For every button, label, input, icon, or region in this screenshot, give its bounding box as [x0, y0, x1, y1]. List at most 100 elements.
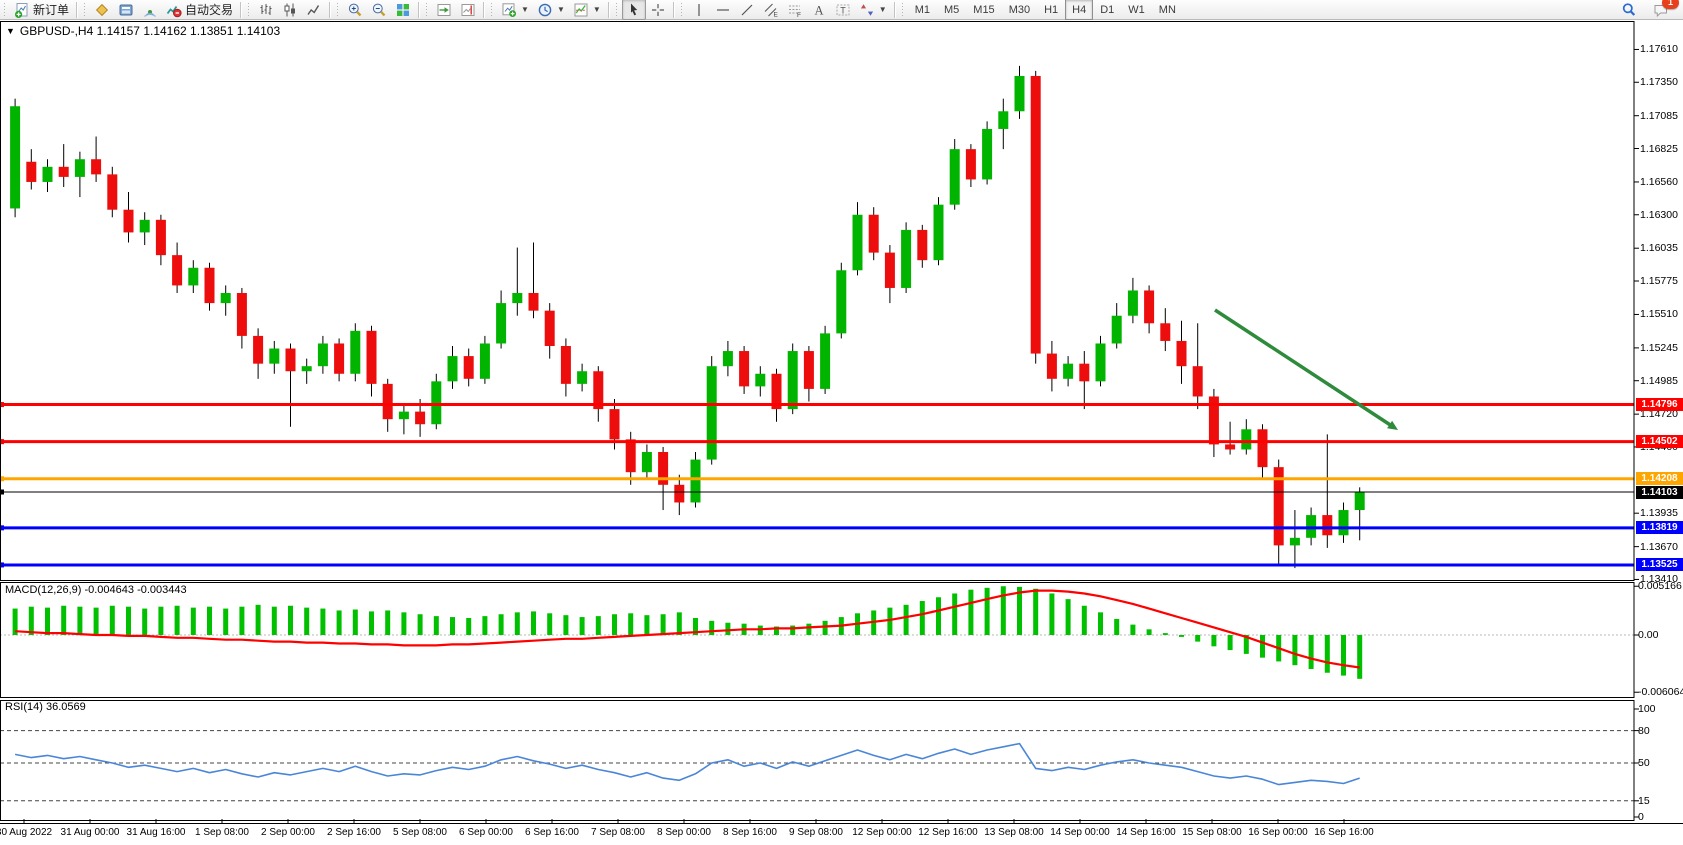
candle-body-down	[26, 162, 36, 182]
profiles-button[interactable]: ▼	[533, 0, 569, 20]
candle-body-down	[804, 351, 814, 389]
toolbar-grip[interactable]	[489, 2, 494, 17]
macd-histogram-bar	[1292, 635, 1297, 665]
candle-body-up	[448, 356, 458, 381]
toolbar-grip[interactable]	[335, 2, 340, 17]
text-button[interactable]: A	[807, 0, 831, 20]
candle-body-down	[610, 409, 620, 439]
timeframe-m5-button[interactable]: M5	[937, 0, 966, 20]
toolbar-grip[interactable]	[2, 2, 7, 17]
metaeditor-icon	[94, 2, 110, 18]
macd-histogram-bar	[563, 615, 568, 635]
label-icon: T	[835, 2, 851, 18]
vline-button[interactable]	[687, 0, 711, 20]
candle-body-down	[1177, 341, 1187, 366]
toolbar-separator	[418, 2, 420, 18]
line-chart-button[interactable]	[302, 0, 326, 20]
timeframe-m15-button[interactable]: M15	[966, 0, 1001, 20]
arrows-icon	[859, 2, 875, 18]
crosshair-icon	[650, 2, 666, 18]
hline-button[interactable]	[711, 0, 735, 20]
macd-histogram-bar	[1049, 593, 1054, 635]
chart-shift-button[interactable]	[456, 0, 480, 20]
macd-histogram-bar	[385, 610, 390, 635]
new-order-button[interactable]: 新订单	[10, 0, 73, 20]
auto-scroll-icon	[436, 2, 452, 18]
timeframe-w1-button[interactable]: W1	[1121, 0, 1152, 20]
new-order-icon	[14, 2, 30, 18]
macd-histogram-bar	[985, 588, 990, 635]
indicators-button[interactable]: ▼	[569, 0, 605, 20]
down-trend-arrow[interactable]	[1215, 310, 1391, 426]
candle-body-up	[188, 268, 198, 286]
candle-body-up	[934, 205, 944, 261]
metaeditor-button[interactable]	[90, 0, 114, 20]
new-chart-button-caret-icon[interactable]: ▼	[521, 5, 529, 14]
macd-histogram-bar	[110, 606, 115, 635]
toolbar-grip[interactable]	[424, 2, 429, 17]
toolbar-separator	[483, 2, 485, 18]
toolbar-grip[interactable]	[246, 2, 251, 17]
timeframe-m30-button[interactable]: M30	[1002, 0, 1037, 20]
new-chart-button[interactable]: ▼	[497, 0, 533, 20]
candle-body-up	[350, 331, 360, 374]
candle-body-up	[1241, 429, 1251, 449]
candle-body-up	[480, 343, 490, 378]
macd-histogram-bar	[94, 608, 99, 635]
toolbar-separator	[608, 2, 610, 18]
candle-body-down	[124, 210, 134, 233]
macd-histogram-bar	[142, 609, 147, 635]
profiles-button-caret-icon[interactable]: ▼	[557, 5, 565, 14]
arrows-button-caret-icon[interactable]: ▼	[879, 5, 887, 14]
macd-histogram-bar	[401, 612, 406, 635]
macd-histogram-bar	[1082, 606, 1087, 635]
tile-windows-button[interactable]	[391, 0, 415, 20]
macd-histogram-bar	[158, 607, 163, 635]
cursor-icon	[626, 2, 642, 18]
macd-histogram-bar	[1211, 635, 1216, 646]
signals-button[interactable]	[138, 0, 162, 20]
timeframe-mn-button[interactable]: MN	[1152, 0, 1183, 20]
channel-button[interactable]: E	[759, 0, 783, 20]
macd-histogram-bar	[1163, 633, 1168, 635]
toolbar-grip[interactable]	[679, 2, 684, 17]
auto-scroll-button[interactable]	[432, 0, 456, 20]
zoom-in-icon	[347, 2, 363, 18]
indicators-button-caret-icon[interactable]: ▼	[593, 5, 601, 14]
toolbar-grip[interactable]	[614, 2, 619, 17]
timeframe-h4-button[interactable]: H4	[1065, 0, 1093, 20]
chart-canvas[interactable]	[0, 0, 1683, 845]
arrows-button[interactable]: ▼	[855, 0, 891, 20]
candle-chart-icon	[282, 2, 298, 18]
macd-histogram-bar	[304, 608, 309, 635]
label-button[interactable]: T	[831, 0, 855, 20]
bar-chart-button[interactable]	[254, 0, 278, 20]
timeframe-m1-button[interactable]: M1	[908, 0, 937, 20]
zoom-in-button[interactable]	[343, 0, 367, 20]
candle-body-down	[674, 485, 684, 503]
crosshair-button[interactable]	[646, 0, 670, 20]
notification-badge: 1	[1662, 0, 1679, 9]
candle-body-up	[577, 371, 587, 384]
macd-histogram-bar	[1309, 635, 1314, 669]
toolbar-grip[interactable]	[900, 2, 905, 17]
macd-histogram-bar	[482, 616, 487, 635]
zoom-out-button[interactable]	[367, 0, 391, 20]
search-button[interactable]	[1617, 0, 1641, 20]
candle-chart-button[interactable]	[278, 0, 302, 20]
market-button[interactable]	[114, 0, 138, 20]
trendline-button[interactable]	[735, 0, 759, 20]
toolbar-grip[interactable]	[82, 2, 87, 17]
candle-body-up	[75, 159, 85, 177]
candle-body-down	[529, 293, 539, 311]
notifications-button[interactable]: 1	[1649, 0, 1673, 20]
autotrading-button[interactable]: 自动交易	[162, 0, 237, 20]
timeframe-d1-button[interactable]: D1	[1093, 0, 1121, 20]
timeframe-h1-button[interactable]: H1	[1037, 0, 1065, 20]
macd-histogram-bar	[369, 611, 374, 635]
macd-histogram-bar	[29, 607, 34, 635]
fibonacci-button[interactable]: F	[783, 0, 807, 20]
bar-chart-icon	[258, 2, 274, 18]
new-chart-icon	[501, 2, 517, 18]
cursor-button[interactable]	[622, 0, 646, 20]
